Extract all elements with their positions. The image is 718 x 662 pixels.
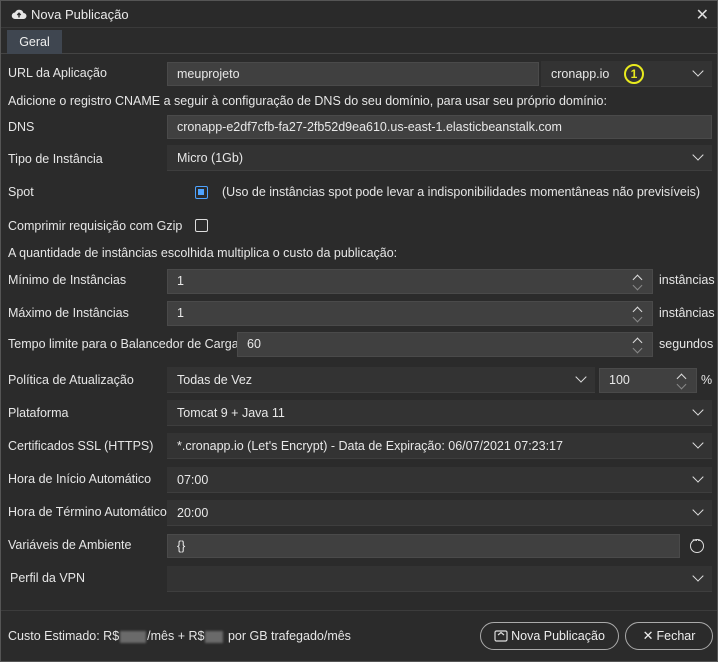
platform-select[interactable]: Tomcat 9 + Java 11 bbox=[167, 400, 712, 426]
cost-prefix: Custo Estimado: R$ bbox=[8, 629, 120, 643]
update-policy-value: Todas de Vez bbox=[177, 373, 253, 387]
update-percent-stepper[interactable]: 100 bbox=[599, 368, 697, 393]
chevron-down-icon bbox=[692, 504, 704, 516]
close-button[interactable]: ✕ Fechar bbox=[625, 622, 713, 650]
stepper-arrows-icon[interactable] bbox=[676, 369, 688, 392]
new-publication-button[interactable]: Nova Publicação bbox=[480, 622, 619, 650]
estimated-cost: Custo Estimado: R$ /mês + R$ por GB trafe… bbox=[8, 629, 351, 643]
gzip-label: Comprimir requisição com Gzip bbox=[8, 219, 183, 233]
instance-type-label: Tipo de Instância bbox=[8, 152, 103, 166]
stepper-arrows-icon[interactable] bbox=[632, 302, 644, 325]
redacted-value bbox=[205, 630, 224, 643]
step-number-badge: 1 bbox=[624, 64, 644, 84]
cloud-upload-icon bbox=[11, 9, 27, 19]
max-instances-unit: instâncias bbox=[659, 306, 715, 320]
auto-start-label: Hora de Início Automático bbox=[8, 472, 152, 486]
chevron-down-icon bbox=[692, 404, 704, 416]
ssl-label: Certificados SSL (HTTPS) bbox=[8, 439, 154, 453]
cost-suffix: por GB trafegado/mês bbox=[224, 629, 351, 643]
lb-timeout-unit: segundos bbox=[659, 337, 714, 351]
auto-start-value: 07:00 bbox=[177, 473, 209, 487]
update-percent-value: 100 bbox=[609, 373, 630, 387]
auto-end-select[interactable]: 20:00 bbox=[167, 500, 712, 526]
spot-checkbox[interactable] bbox=[195, 186, 208, 199]
cost-mid: /mês + R$ bbox=[147, 629, 205, 643]
stepper-arrows-icon[interactable] bbox=[632, 333, 644, 356]
env-vars-field[interactable]: {} bbox=[167, 534, 680, 558]
cname-info-text: Adicione o registro CNAME a seguir à con… bbox=[8, 94, 607, 108]
min-instances-stepper[interactable]: 1 bbox=[167, 269, 653, 294]
auto-end-label: Hora de Término Automático bbox=[8, 505, 167, 519]
percent-unit: % bbox=[701, 373, 713, 387]
title-bar: Nova Publicação ✕ bbox=[1, 1, 717, 28]
window-title: Nova Publicação bbox=[31, 7, 129, 22]
instance-type-value: Micro (1Gb) bbox=[177, 151, 243, 165]
chevron-down-icon bbox=[692, 65, 704, 77]
stepper-arrows-icon[interactable] bbox=[632, 270, 644, 293]
chevron-down-icon bbox=[692, 437, 704, 449]
ssl-select[interactable]: *.cronapp.io (Let's Encrypt) - Data de E… bbox=[167, 433, 712, 459]
spot-label: Spot bbox=[8, 185, 34, 199]
tab-bar: Geral bbox=[1, 28, 717, 54]
close-x-icon: ✕ bbox=[642, 628, 654, 643]
min-instances-unit: instâncias bbox=[659, 273, 715, 287]
more-options-icon[interactable] bbox=[690, 535, 704, 553]
instance-type-select[interactable]: Micro (1Gb) bbox=[167, 145, 712, 171]
domain-select-value: cronapp.io bbox=[551, 67, 610, 81]
min-instances-value: 1 bbox=[177, 274, 184, 288]
app-url-label: URL da Aplicação bbox=[8, 66, 107, 80]
app-url-input[interactable]: meuprojeto bbox=[167, 62, 539, 86]
update-policy-select[interactable]: Todas de Vez bbox=[167, 367, 595, 393]
dns-field[interactable]: cronapp-e2df7cfb-fa27-2fb52d9ea610.us-ea… bbox=[167, 115, 712, 139]
dns-label: DNS bbox=[8, 120, 35, 134]
lb-timeout-value: 60 bbox=[247, 337, 261, 351]
publish-icon bbox=[494, 630, 508, 642]
close-icon[interactable]: ✕ bbox=[696, 5, 709, 25]
ssl-value: *.cronapp.io (Let's Encrypt) - Data de E… bbox=[177, 439, 563, 453]
env-vars-label: Variáveis de Ambiente bbox=[8, 538, 132, 552]
close-label: Fechar bbox=[656, 629, 696, 643]
vpn-label: Perfil da VPN bbox=[10, 571, 86, 585]
chevron-down-icon bbox=[692, 570, 704, 582]
gzip-checkbox[interactable] bbox=[195, 219, 208, 232]
platform-label: Plataforma bbox=[8, 406, 69, 420]
quantity-info-text: A quantidade de instâncias escolhida mul… bbox=[8, 246, 398, 260]
lb-timeout-stepper[interactable]: 60 bbox=[237, 332, 653, 357]
new-publication-label: Nova Publicação bbox=[511, 629, 605, 643]
update-policy-label: Política de Atualização bbox=[8, 373, 134, 387]
spot-note: (Uso de instâncias spot pode levar a ind… bbox=[222, 185, 701, 199]
auto-start-select[interactable]: 07:00 bbox=[167, 467, 712, 493]
vpn-select[interactable] bbox=[167, 566, 712, 592]
platform-value: Tomcat 9 + Java 11 bbox=[177, 406, 285, 420]
chevron-down-icon bbox=[692, 471, 704, 483]
lb-timeout-label: Tempo limite para o Balancedor de Carga bbox=[8, 337, 239, 351]
publish-dialog: Nova Publicação ✕ Geral URL da Aplicação… bbox=[0, 0, 718, 662]
max-instances-label: Máximo de Instâncias bbox=[8, 306, 129, 320]
max-instances-value: 1 bbox=[177, 306, 184, 320]
auto-end-value: 20:00 bbox=[177, 506, 209, 520]
redacted-value bbox=[120, 630, 147, 643]
min-instances-label: Mínimo de Instâncias bbox=[8, 273, 127, 287]
footer-divider bbox=[1, 610, 717, 611]
max-instances-stepper[interactable]: 1 bbox=[167, 301, 653, 326]
chevron-down-icon bbox=[575, 371, 587, 383]
chevron-down-icon bbox=[692, 149, 704, 161]
tab-geral[interactable]: Geral bbox=[7, 30, 62, 54]
